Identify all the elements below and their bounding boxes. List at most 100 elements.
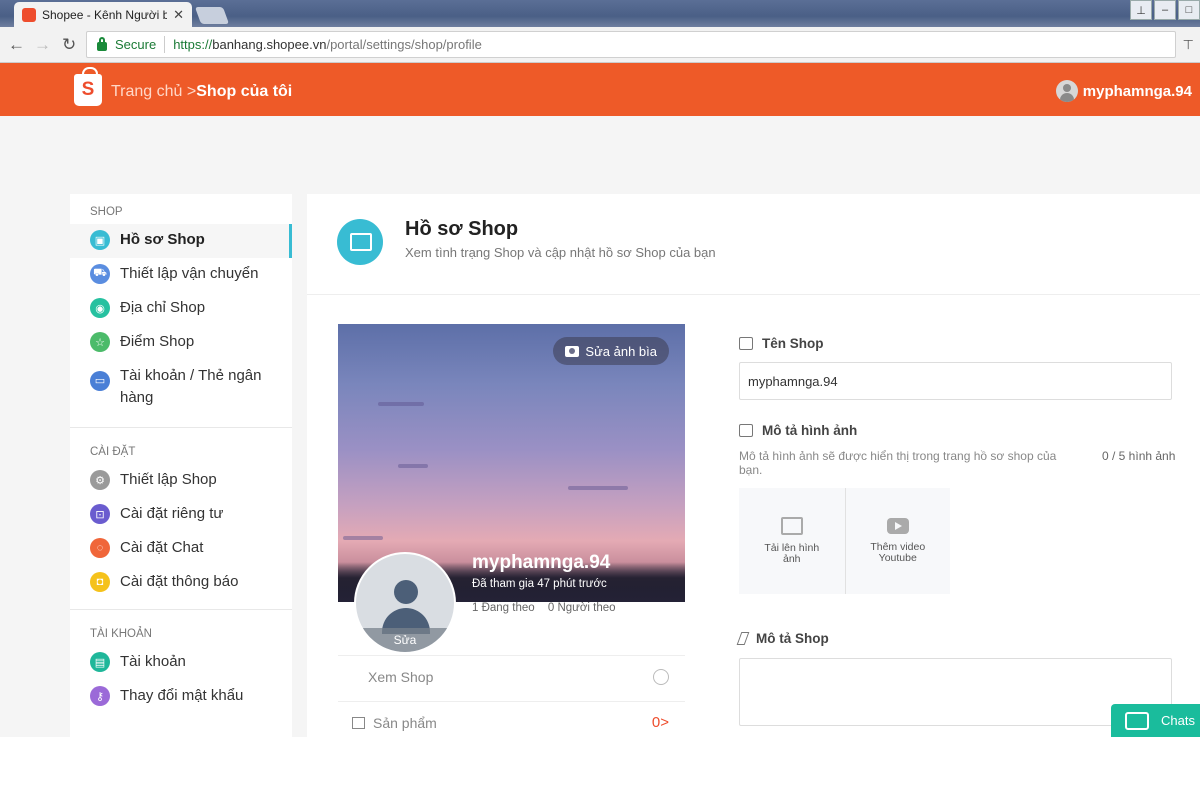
sidebar-item-shipping[interactable]: ⛟ Thiết lập vận chuyển	[70, 258, 292, 292]
image-count: 0 / 5 hình ảnh	[1102, 449, 1176, 463]
shop-profile-icon	[337, 219, 383, 265]
sidebar-section-title: SHOP	[90, 206, 123, 218]
sidebar-item-label: Thiết lập Shop	[120, 471, 217, 488]
shop-icon	[739, 337, 753, 350]
reload-icon[interactable]: ↻	[62, 35, 76, 55]
products-count: 0>	[651, 714, 669, 731]
sidebar-item-shop-settings[interactable]: ⚙ Thiết lập Shop	[70, 464, 292, 498]
camera-icon	[565, 345, 580, 357]
following-count[interactable]: 1 Đang theo	[472, 602, 535, 614]
lock-icon	[97, 37, 107, 51]
sidebar-item-label: Thay đổi mật khẩu	[120, 687, 244, 704]
chat-label: Chats	[1161, 713, 1195, 728]
shopee-favicon-icon	[22, 7, 36, 22]
address-bar[interactable]: Secure https:// banhang.shopee.vn /porta…	[86, 31, 1176, 58]
sidebar-item-label: Tài khoản	[120, 653, 186, 670]
avatar-head	[394, 580, 418, 604]
sidebar-item-bank-account[interactable]: ▭ Tài khoản / Thẻ ngân hàng	[70, 360, 292, 418]
back-icon[interactable]: ←	[8, 35, 25, 55]
media-upload-box: Tải lên hình ảnh Thêm video Youtube	[739, 488, 950, 594]
sidebar-item-label: Tài khoản / Thẻ ngân hàng	[120, 367, 262, 406]
cloud-decoration	[568, 486, 628, 490]
tab-title: Shopee - Kênh Người bá	[42, 7, 168, 22]
pencil-icon	[736, 632, 750, 645]
sidebar-item-chat-settings[interactable]: ◌ Cài đặt Chat	[70, 532, 292, 566]
add-video-label: Thêm video Youtube	[870, 541, 926, 564]
shopee-logo-icon[interactable]: S	[74, 67, 102, 106]
page-header: Hồ sơ Shop Xem tình trạng Shop và cập nh…	[307, 194, 1200, 295]
sidebar-item-change-password[interactable]: ⚷ Thay đổi mật khẩu	[70, 680, 292, 714]
sidebar-section-title: TÀI KHOẢN	[90, 628, 152, 640]
sidebar: SHOP ▣ Hồ sơ Shop ⛟ Thiết lập vận chuyển…	[70, 194, 292, 737]
bottom-margin	[0, 737, 1200, 800]
upload-image-button[interactable]: Tải lên hình ảnh	[739, 488, 845, 594]
breadcrumb: Trang chủ >Shop của tôi	[111, 83, 292, 101]
breadcrumb-current[interactable]: Shop của tôi	[196, 83, 292, 100]
sidebar-item-label: Địa chỉ Shop	[120, 299, 206, 316]
chat-button[interactable]: Chats	[1111, 704, 1200, 737]
cloud-decoration	[378, 402, 424, 406]
url-path: /portal/settings/shop/profile	[326, 37, 482, 52]
bell-icon: ◘	[90, 572, 110, 592]
follow-stats: 1 Đang theo 0 Người theo	[472, 602, 626, 614]
star-icon: ☆	[90, 332, 110, 352]
profile-icon: ▣	[90, 230, 110, 250]
followers-count[interactable]: 0 Người theo	[548, 602, 616, 614]
sidebar-item-shop-points[interactable]: ☆ Điểm Shop	[70, 326, 292, 360]
cloud-decoration	[343, 536, 383, 540]
joined-time: Đã tham gia 47 phút trước	[472, 578, 607, 590]
browser-tabbar: Shopee - Kênh Người bá ✕ ⊥ – □	[0, 0, 1200, 27]
sidebar-item-privacy[interactable]: ⊡ Cài đặt riêng tư	[70, 498, 292, 532]
username: myphamnga.94	[1082, 82, 1192, 100]
sidebar-item-label: Điểm Shop	[120, 333, 195, 350]
page-subtitle: Xem tình trạng Shop và cập nhật hồ sơ Sh…	[405, 245, 716, 260]
gift-icon	[352, 716, 365, 729]
user-menu[interactable]: myphamnga.94	[1055, 80, 1192, 102]
edit-cover-label: Sửa ảnh bìa	[585, 343, 657, 359]
minimize-icon[interactable]: –	[1154, 0, 1176, 20]
monitor-icon	[653, 668, 669, 685]
sidebar-item-label: Cài đặt riêng tư	[120, 505, 224, 522]
cover-shop-name: myphamnga.94	[472, 552, 611, 573]
avatar-edit-button[interactable]: Sửa	[356, 628, 454, 652]
user-menu-icon[interactable]: ⊥	[1130, 0, 1152, 20]
close-tab-icon[interactable]: ✕	[173, 7, 184, 23]
edit-cover-button[interactable]: Sửa ảnh bìa	[553, 337, 669, 365]
avatar-icon	[1055, 80, 1078, 102]
shop-name-label: Tên Shop	[739, 336, 824, 351]
breadcrumb-home[interactable]: Trang chủ	[111, 83, 182, 100]
shop-avatar[interactable]: Sửa	[354, 552, 456, 654]
shop-description-textarea[interactable]	[739, 658, 1172, 726]
browser-navbar: ← → ↻ Secure https:// banhang.shopee.vn …	[0, 27, 1200, 63]
shop-description-label: Mô tả Shop	[736, 631, 829, 646]
maximize-icon[interactable]: □	[1178, 0, 1200, 20]
view-shop-row[interactable]: Xem Shop	[338, 655, 685, 697]
seller-header: S Trang chủ >Shop của tôi myphamnga.94	[0, 63, 1200, 116]
browser-tab[interactable]: Shopee - Kênh Người bá ✕	[14, 2, 192, 27]
sidebar-item-shop-profile[interactable]: ▣ Hồ sơ Shop	[70, 224, 292, 258]
sidebar-item-label: Hồ sơ Shop	[120, 231, 205, 248]
sidebar-item-account[interactable]: ▤ Tài khoản	[70, 646, 292, 680]
shop-name-field[interactable]: myphamnga.94	[739, 362, 1172, 400]
image-description-label: Mô tả hình ảnh	[739, 423, 857, 438]
lock-icon: ⊡	[90, 504, 110, 524]
card-icon: ▭	[90, 371, 110, 391]
key-icon: ⚷	[90, 686, 110, 706]
cloud-decoration	[398, 464, 428, 468]
sidebar-item-address[interactable]: ◉ Địa chỉ Shop	[70, 292, 292, 326]
view-shop-label: Xem Shop	[368, 668, 434, 685]
add-youtube-video-button[interactable]: Thêm video Youtube	[844, 488, 951, 594]
sidebar-item-label: Thiết lập vận chuyển	[120, 265, 259, 282]
upload-image-label: Tải lên hình ảnh	[764, 542, 820, 565]
sidebar-item-label: Cài đặt Chat	[120, 539, 204, 556]
pin-icon[interactable]: ⊤	[1183, 37, 1194, 53]
sidebar-item-notifications[interactable]: ◘ Cài đặt thông báo	[70, 566, 292, 600]
youtube-icon	[886, 518, 909, 534]
id-card-icon: ▤	[90, 652, 110, 672]
url-separator	[164, 36, 166, 53]
new-tab-button[interactable]	[194, 7, 230, 24]
window-controls: ⊥ – □	[1128, 0, 1200, 20]
page-title: Hồ sơ Shop	[405, 218, 519, 240]
forward-icon[interactable]: →	[34, 35, 51, 55]
chat-bubble-icon	[1125, 711, 1149, 730]
